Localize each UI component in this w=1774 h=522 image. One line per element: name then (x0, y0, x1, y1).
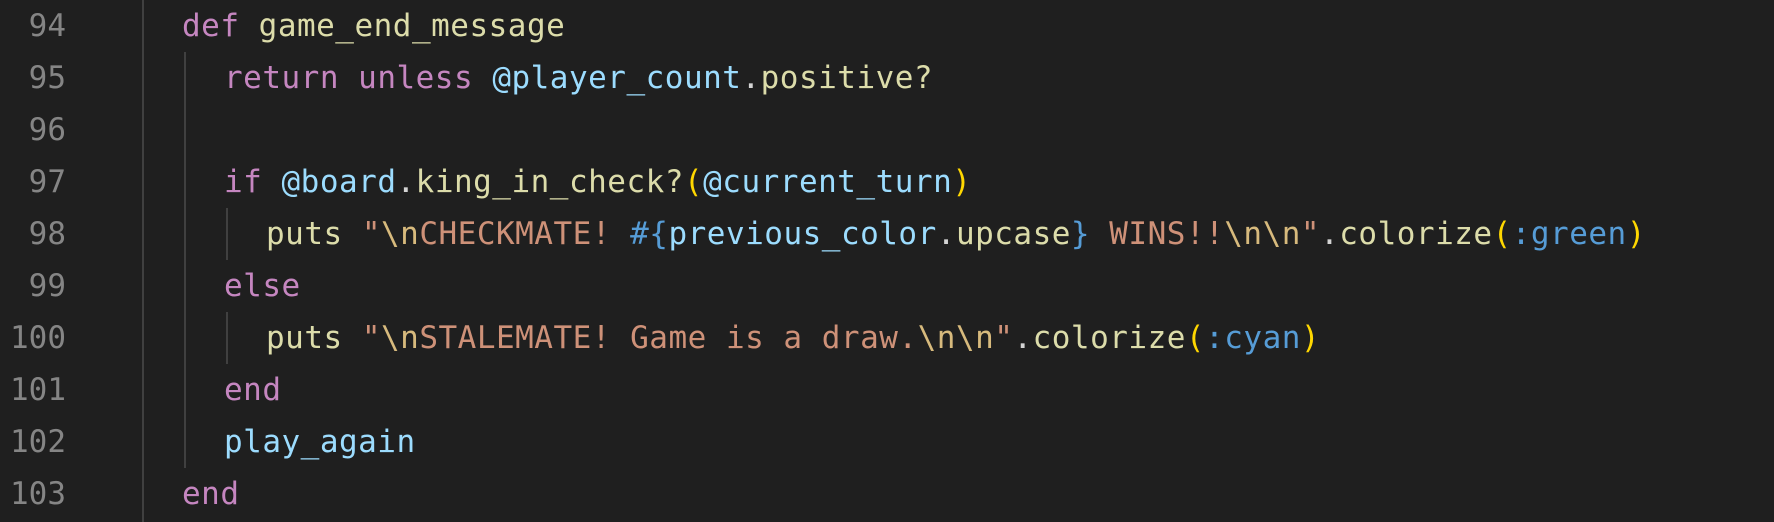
variable-token: @player_count (492, 60, 742, 96)
escape-token: \n (381, 216, 420, 252)
line-number: 94 (28, 8, 66, 44)
code-line[interactable]: 95 return unless @player_count.positive? (0, 52, 1774, 104)
line-number: 101 (10, 372, 66, 408)
keyword-token: return (224, 60, 359, 96)
string-token: STALEMATE! Game is a draw. (419, 320, 918, 356)
line-number: 99 (28, 268, 66, 304)
keyword-token: def (182, 8, 259, 44)
line-number: 100 (10, 320, 66, 356)
line-code[interactable]: play_again (224, 416, 416, 468)
method-token: puts (266, 216, 362, 252)
method-token: puts (266, 320, 362, 356)
variable-token: @board (281, 164, 397, 200)
line-number: 102 (10, 424, 66, 460)
code-line[interactable]: 94 def game_end_message (0, 0, 1774, 52)
method-token: upcase (955, 216, 1071, 252)
code-line[interactable]: 97 if @board.king_in_check?(@current_tur… (0, 156, 1774, 208)
string-token: " (1300, 216, 1321, 252)
punctuation-token: . (741, 60, 761, 96)
string-token: " (361, 216, 381, 252)
code-line[interactable]: 96 (0, 104, 1774, 156)
symbol-token: :cyan (1205, 320, 1301, 356)
keyword-token: if (224, 164, 282, 200)
line-code[interactable]: end (224, 364, 282, 416)
line-number: 95 (28, 60, 66, 96)
keyword-token: unless (358, 60, 493, 96)
paren-token: ( (1185, 320, 1206, 356)
paren-token: ) (952, 164, 972, 200)
punctuation-token: . (1320, 216, 1340, 252)
variable-token: @current_turn (703, 164, 953, 200)
paren-token: ) (1300, 320, 1321, 356)
method-token: game_end_message (258, 8, 566, 44)
punctuation-token: . (396, 164, 416, 200)
code-line[interactable]: 101 end (0, 364, 1774, 416)
code-line[interactable]: 103 end (0, 468, 1774, 520)
escape-token: \n\n (1224, 216, 1301, 252)
string-token: " (361, 320, 381, 356)
method-token: colorize (1032, 320, 1186, 356)
line-code[interactable]: if @board.king_in_check?(@current_turn) (224, 156, 971, 208)
string-token: CHECKMATE! (419, 216, 631, 252)
code-editor[interactable]: 94 def game_end_message 95 return unless… (0, 0, 1774, 522)
keyword-token: else (224, 268, 301, 304)
line-code[interactable]: puts "\nCHECKMATE! #{previous_color.upca… (266, 208, 1646, 260)
keyword-token: end (182, 476, 240, 512)
paren-token: ) (1626, 216, 1646, 252)
code-line[interactable]: 100 puts "\nSTALEMATE! Game is a draw.\n… (0, 312, 1774, 364)
interpolation-token: } (1070, 216, 1091, 252)
string-token: WINS!! (1090, 216, 1225, 252)
line-number: 97 (28, 164, 66, 200)
line-number: 103 (10, 476, 66, 512)
variable-token: previous_color (668, 216, 937, 252)
method-token: colorize (1339, 216, 1493, 252)
line-code[interactable]: def game_end_message (182, 0, 565, 52)
symbol-token: :green (1511, 216, 1627, 252)
code-line[interactable]: 102 play_again (0, 416, 1774, 468)
line-code[interactable]: puts "\nSTALEMATE! Game is a draw.\n\n".… (266, 312, 1320, 364)
code-line[interactable]: 99 else (0, 260, 1774, 312)
string-token: " (994, 320, 1014, 356)
escape-token: \n (381, 320, 420, 356)
method-token: king_in_check? (415, 164, 684, 200)
line-code[interactable]: else (224, 260, 301, 312)
escape-token: \n\n (917, 320, 995, 356)
line-number: 98 (28, 216, 66, 252)
paren-token: ( (683, 164, 704, 200)
line-code[interactable]: return unless @player_count.positive? (224, 52, 933, 104)
line-number: 96 (28, 112, 66, 148)
punctuation-token: . (936, 216, 956, 252)
keyword-token: end (224, 372, 282, 408)
line-code[interactable]: end (182, 468, 240, 520)
punctuation-token: . (1013, 320, 1033, 356)
code-line[interactable]: 98 puts "\nCHECKMATE! #{previous_color.u… (0, 208, 1774, 260)
method-token: positive? (760, 60, 934, 96)
interpolation-token: #{ (630, 216, 669, 252)
paren-token: ( (1492, 216, 1512, 252)
variable-token: play_again (224, 424, 416, 460)
